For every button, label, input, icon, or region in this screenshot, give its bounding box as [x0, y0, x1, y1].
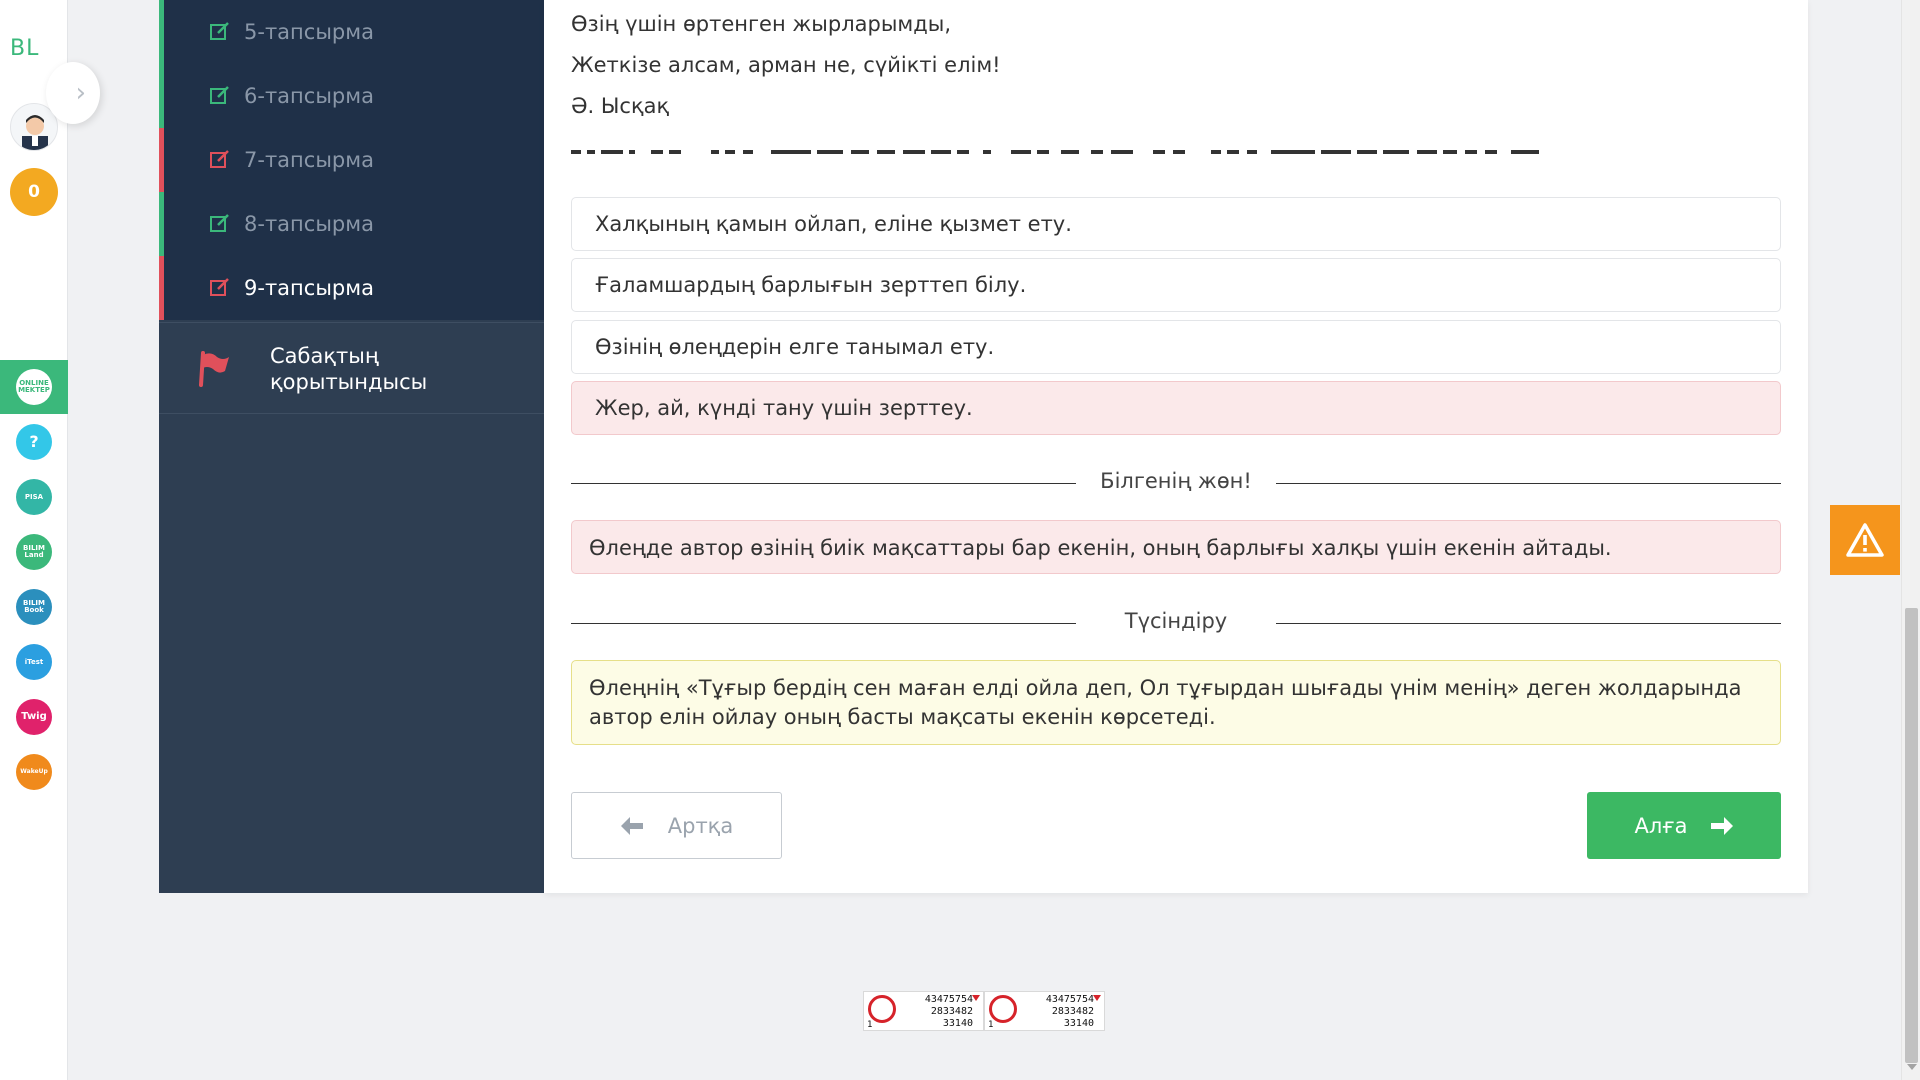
- counter-value: 2833482: [930, 1006, 973, 1017]
- nav-item-label: 7-тапсырма: [244, 148, 374, 172]
- counter-triangle-icon: [1093, 995, 1101, 1001]
- back-button-label: Артқа: [667, 813, 734, 838]
- status-bar: [159, 0, 164, 64]
- divider-line: [1276, 483, 1781, 484]
- nav-item-label: 9-тапсырма: [244, 276, 374, 300]
- online-mektep-icon: ONLINE MEKTEP: [16, 369, 52, 405]
- bl-logo[interactable]: BL: [10, 36, 39, 61]
- arrow-right-icon: [1710, 816, 1733, 835]
- counter-value: 33140: [1063, 1018, 1094, 1029]
- feedback-message: Өлеңде автор өзінің биік мақсаттары бар …: [571, 520, 1781, 574]
- nav-item-task-9[interactable]: 9-тапсырма: [159, 256, 544, 320]
- nav-item-label: 8-тапсырма: [244, 212, 374, 236]
- nav-item-task-8[interactable]: 8-тапсырма: [159, 192, 544, 256]
- counter-label: 1: [867, 1020, 873, 1030]
- app-itest[interactable]: iTest: [0, 635, 68, 689]
- twig-icon: Twig: [16, 699, 52, 735]
- edit-icon: [210, 214, 229, 232]
- answer-option[interactable]: Халқының қамын ойлап, еліне қызмет ету.: [571, 197, 1781, 251]
- nav-item-label: 6-тапсырма: [244, 84, 374, 108]
- app-twig[interactable]: Twig: [0, 690, 68, 744]
- explanation-message: Өлеңнің «Тұғыр бердің сен маған елді ойл…: [571, 660, 1781, 745]
- nav-summary-label: Сабақтың қорытындысы: [270, 344, 428, 394]
- page-scrollbar[interactable]: [1901, 0, 1920, 1080]
- feedback-header: Білгенің жөн!: [1100, 469, 1252, 493]
- report-problem-button[interactable]: [1830, 505, 1900, 575]
- flag-icon: [199, 351, 229, 387]
- app-bilimbook[interactable]: BILIM Book: [0, 580, 68, 634]
- counter-value: 2833482: [1051, 1006, 1094, 1017]
- nav-item-label: 5-тапсырма: [244, 20, 374, 44]
- divider-line: [571, 623, 1076, 624]
- edit-icon: [210, 150, 229, 168]
- pisa-icon: PISA: [16, 479, 52, 515]
- poem-line: Жеткізе алсам, арман не, сүйікті елім!: [571, 53, 1001, 77]
- counter-triangle-icon: [972, 995, 980, 1001]
- nav-item-lesson-summary[interactable]: Сабақтың қорытындысы: [159, 322, 544, 414]
- chevron-right-icon: ›: [75, 78, 86, 108]
- status-bar: [159, 128, 164, 192]
- poem-line: Өзің үшін өртенген жырларымды,: [571, 12, 952, 36]
- nav-item-task-7[interactable]: 7-тапсырма: [159, 128, 544, 192]
- edit-icon: [210, 86, 229, 104]
- scroll-down-icon[interactable]: [1907, 1064, 1917, 1070]
- next-button[interactable]: Алға: [1587, 792, 1781, 859]
- counter-value: 43475754: [924, 994, 973, 1005]
- status-bar: [159, 64, 164, 128]
- nav-item-task-5[interactable]: 5-тапсырма: [159, 0, 544, 64]
- back-button[interactable]: Артқа: [571, 792, 782, 859]
- app-pisa[interactable]: PISA: [0, 470, 68, 524]
- divider-line: [1276, 623, 1781, 624]
- feedback-divider: Білгенің жөн!: [571, 469, 1781, 499]
- nav-item-task-6[interactable]: 6-тапсырма: [159, 64, 544, 128]
- edit-icon: [210, 22, 229, 40]
- counter-ring-icon: [989, 995, 1017, 1023]
- explanation-divider: Түсіндіру: [571, 609, 1781, 639]
- clipped-text-fragment: [571, 150, 1539, 154]
- app-bilimland[interactable]: BILIM Land: [0, 525, 68, 579]
- lesson-sidebar: 5-тапсырма 6-тапсырма 7-тапсырма 8-тапсы…: [159, 0, 544, 893]
- visit-counter[interactable]: 43475754 2833482 33140 1: [984, 991, 1105, 1031]
- poem-author: Ә. Ысқақ: [571, 94, 670, 118]
- help-icon: ?: [16, 424, 52, 460]
- bilimbook-icon: BILIM Book: [16, 589, 52, 625]
- arrow-left-icon: [620, 816, 643, 835]
- answer-option[interactable]: Ғаламшардың барлығын зерттеп білу.: [571, 258, 1781, 312]
- score-badge: 0: [10, 168, 58, 216]
- explanation-header: Түсіндіру: [1124, 609, 1228, 633]
- app-wakeup[interactable]: WakeUp: [0, 745, 68, 799]
- app-rail: BL › 0 ONLINE MEKTEP ? PISA BILIM Land B…: [0, 0, 100, 1080]
- status-bar: [159, 256, 164, 320]
- divider-line: [571, 483, 1076, 484]
- counter-ring-icon: [868, 995, 896, 1023]
- wakeup-icon: WakeUp: [16, 754, 52, 790]
- expand-rail-button[interactable]: ›: [46, 62, 100, 124]
- app-online-mektep[interactable]: ONLINE MEKTEP: [0, 360, 68, 414]
- counter-value: 33140: [942, 1018, 973, 1029]
- scrollbar-thumb[interactable]: [1905, 608, 1918, 1063]
- answer-option-selected-wrong[interactable]: Жер, ай, күнді тану үшін зерттеу.: [571, 381, 1781, 435]
- counter-value: 43475754: [1045, 994, 1094, 1005]
- edit-icon: [210, 278, 229, 296]
- visit-counter[interactable]: 43475754 2833482 33140 1: [863, 991, 984, 1031]
- status-bar: [159, 192, 164, 256]
- bilimland-icon: BILIM Land: [16, 534, 52, 570]
- next-button-label: Алға: [1634, 813, 1688, 838]
- itest-icon: iTest: [16, 644, 52, 680]
- app-help[interactable]: ?: [0, 415, 68, 469]
- warning-icon: [1846, 523, 1884, 557]
- answer-option[interactable]: Өзінің өлеңдерін елге танымал ету.: [571, 320, 1781, 374]
- counter-label: 1: [988, 1020, 994, 1030]
- task-content: Өзің үшін өртенген жырларымды, Жеткізе а…: [544, 0, 1808, 893]
